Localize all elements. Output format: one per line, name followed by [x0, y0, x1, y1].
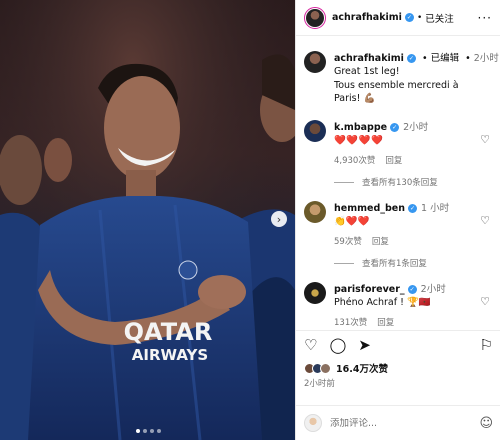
caption-edited-label: 已编辑	[430, 53, 460, 64]
carousel-dot	[143, 429, 147, 433]
verified-badge-icon: ✓	[390, 123, 400, 132]
heart-icon[interactable]: ♡	[480, 133, 490, 146]
caption-line: Great 1st leg!	[334, 66, 400, 77]
comment-text: Phéno Achraf ! 🏆🇲🇦	[334, 297, 431, 308]
liker-avatars	[304, 362, 331, 374]
instagram-post: QATAR AIRWAYS › achrafhakimi ✓ • 已关注 ···	[0, 0, 500, 440]
commenter-avatar[interactable]	[304, 120, 326, 142]
post-photo[interactable]: QATAR AIRWAYS ›	[0, 0, 295, 440]
comment-item: k.mbappe ✓ 2小时 ❤️❤️❤️❤️ 4,930次赞 回复 ♡	[304, 119, 492, 166]
caption-username[interactable]: achrafhakimi	[334, 53, 404, 64]
reply-button[interactable]: 回复	[385, 156, 402, 166]
post-header: achrafhakimi ✓ • 已关注 ···	[296, 0, 500, 36]
verified-badge-icon: ✓	[407, 285, 417, 294]
comment-list: achrafhakimi ✓ • 已编辑 • 2小时 Great 1st leg! T…	[296, 36, 500, 328]
comment-time: 2小时	[403, 122, 429, 133]
emoji-icon[interactable]: ☺	[479, 416, 493, 431]
comment-text: ❤️❤️❤️❤️	[334, 135, 384, 146]
view-replies-label: 查看所有1条回复	[362, 259, 427, 269]
header-separator: •	[416, 12, 423, 23]
view-replies-label: 查看所有130条回复	[362, 178, 438, 188]
commenter-username[interactable]: k.mbappe	[334, 122, 387, 133]
bookmark-icon[interactable]: ⚐	[480, 338, 493, 353]
comment-item: parisforever_ ✓ 2小时 Phéno Achraf ! 🏆🇲🇦 131…	[304, 281, 492, 328]
heart-icon[interactable]: ♡	[480, 295, 490, 308]
view-replies-button[interactable]: 查看所有1条回复	[334, 257, 492, 269]
likes-count: 16.4万次赞	[336, 364, 388, 375]
heart-icon[interactable]: ♡	[480, 214, 490, 227]
commenter-username[interactable]: hemmed_ben	[334, 203, 405, 214]
caption-separator: •	[465, 53, 471, 64]
comment-like-count[interactable]: 4,930次赞	[334, 156, 375, 166]
comment-input[interactable]	[330, 417, 460, 429]
author-username[interactable]: achrafhakimi	[332, 12, 402, 23]
carousel-dot	[150, 429, 154, 433]
current-user-avatar	[304, 414, 322, 432]
post-timestamp: 2小时前	[304, 379, 335, 389]
verified-badge-icon: ✓	[408, 204, 418, 213]
caption-line: Tous ensemble mercredi à Paris! 💪🏽	[334, 80, 459, 104]
heart-icon[interactable]: ♡	[304, 338, 317, 353]
chevron-right-icon[interactable]: ›	[271, 211, 287, 227]
commenter-username[interactable]: parisforever_	[334, 284, 405, 295]
comment-text: 👏❤️❤️	[334, 216, 370, 227]
likes-summary[interactable]: 16.4万次赞	[304, 361, 388, 375]
comment-item: hemmed_ben ✓ 1 小时 👏❤️❤️ 59次赞 回复 ♡	[304, 200, 492, 247]
commenter-avatar[interactable]	[304, 201, 326, 223]
liker-avatar	[320, 362, 331, 374]
carousel-dot	[136, 429, 140, 433]
author-avatar[interactable]	[304, 6, 326, 29]
author-avatar[interactable]	[304, 51, 326, 73]
share-icon[interactable]: ➤	[358, 338, 371, 353]
comment-time: 2小时	[420, 284, 446, 295]
comment-composer: ☺	[296, 405, 500, 440]
verified-badge-icon: ✓	[404, 13, 414, 22]
commenter-avatar[interactable]	[304, 282, 326, 304]
comment-like-count[interactable]: 131次赞	[334, 318, 367, 328]
post-side-panel: achrafhakimi ✓ • 已关注 ··· achrafhakimi ✓ •…	[295, 0, 500, 440]
view-replies-button[interactable]: 查看所有130条回复	[334, 176, 492, 188]
caption-time: 2小时	[473, 53, 499, 64]
carousel-dot	[157, 429, 161, 433]
jersey-sponsor-line2: AIRWAYS	[132, 346, 208, 364]
carousel-indicator	[136, 429, 161, 433]
jersey-sponsor-line1: QATAR	[124, 318, 213, 346]
follow-status-button[interactable]: 已关注	[425, 11, 454, 25]
comment-time: 1 小时	[421, 203, 450, 214]
verified-badge-icon: ✓	[406, 54, 416, 63]
comment-like-count[interactable]: 59次赞	[334, 237, 362, 247]
comment-icon[interactable]: ◯	[329, 338, 346, 353]
reply-button[interactable]: 回复	[372, 237, 389, 247]
photo-illustration: QATAR AIRWAYS	[0, 0, 295, 440]
more-options-icon[interactable]: ···	[478, 11, 492, 25]
caption: achrafhakimi ✓ • 已编辑 • 2小时 Great 1st leg! T…	[304, 50, 499, 105]
action-bar: ♡ ◯ ➤ ⚐	[296, 330, 500, 360]
reply-button[interactable]: 回复	[377, 318, 394, 328]
caption-separator: •	[421, 53, 428, 64]
